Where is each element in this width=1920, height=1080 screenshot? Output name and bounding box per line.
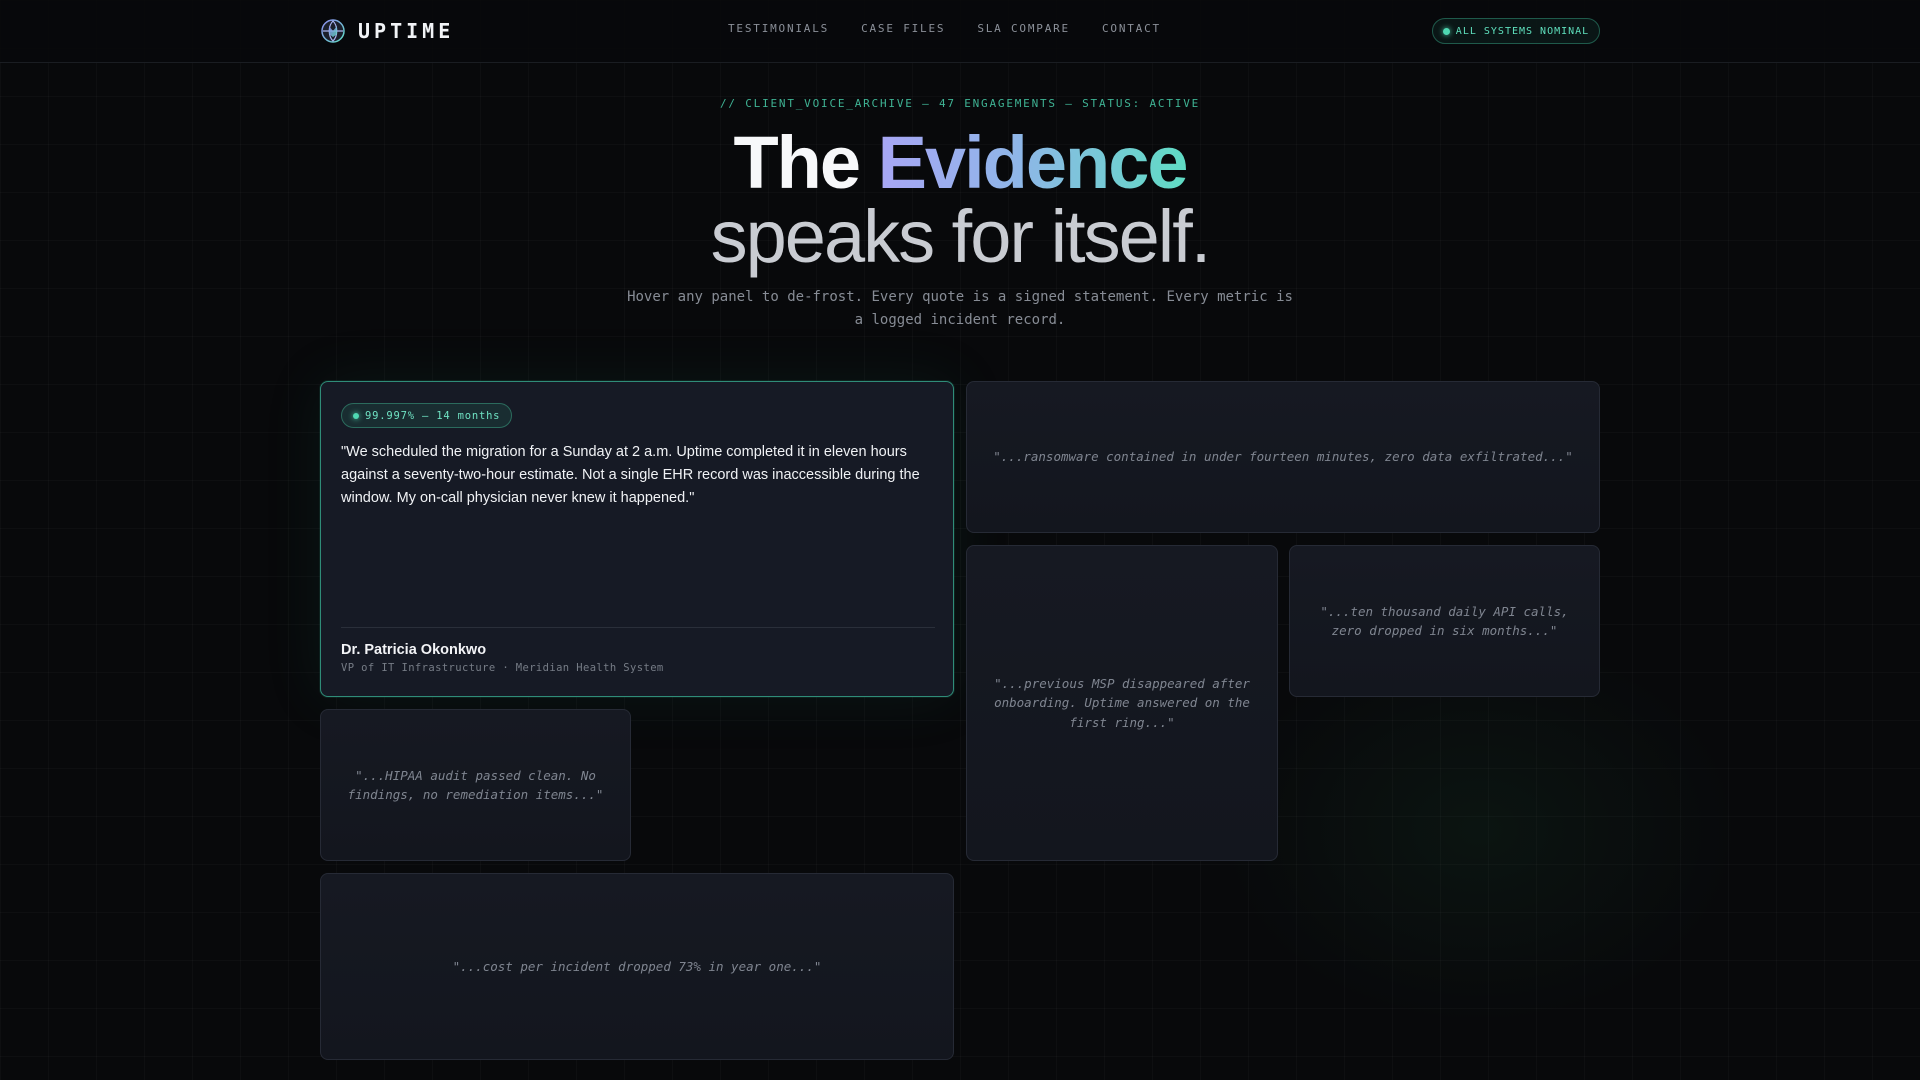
system-status-badge[interactable]: ALL SYSTEMS NOMINAL <box>1432 18 1600 44</box>
frosted-testimonial-card[interactable]: "...HIPAA audit passed clean. No finding… <box>320 709 631 861</box>
metric-dot-icon <box>353 412 359 419</box>
globe-shield-icon <box>321 19 345 43</box>
nav-sla-compare[interactable]: SLA COMPARE <box>977 22 1070 35</box>
hero-title-line2: speaks for itself. <box>710 195 1212 278</box>
hero-title-plain: The <box>733 121 861 204</box>
frosted-excerpt: "...ten thousand daily API calls, zero d… <box>1320 603 1569 639</box>
hero-eyebrow: // CLIENT_VOICE_ARCHIVE — 47 ENGAGEMENTS… <box>719 97 1201 110</box>
system-status-label: ALL SYSTEMS NOMINAL <box>1455 25 1590 37</box>
frosted-excerpt: "...ransomware contained in under fourte… <box>993 449 1573 465</box>
frosted-excerpt: "...HIPAA audit passed clean. No finding… <box>347 767 604 803</box>
frosted-excerpt: "...cost per incident dropped 73% in yea… <box>452 958 822 974</box>
main-nav: TESTIMONIALS CASE FILES SLA COMPARE CONT… <box>728 22 1161 35</box>
metric-label: 99.997% — 14 months <box>365 409 501 422</box>
testimonial-role: VP of IT Infrastructure · Meridian Healt… <box>341 662 664 674</box>
card-divider <box>341 627 935 628</box>
nav-contact[interactable]: CONTACT <box>1102 22 1161 35</box>
testimonial-quote: "We scheduled the migration for a Sunday… <box>341 444 920 506</box>
top-navigation-bar: UPTIME TESTIMONIALS CASE FILES SLA COMPA… <box>0 0 1920 63</box>
brand[interactable]: UPTIME <box>320 18 454 44</box>
uptime-metric-badge: 99.997% — 14 months <box>341 403 513 428</box>
frosted-testimonial-card[interactable]: "...ransomware contained in under fourte… <box>966 381 1600 533</box>
frosted-testimonial-card[interactable]: "...cost per incident dropped 73% in yea… <box>320 873 954 1060</box>
hero-subtitle: Hover any panel to de-frost. Every quote… <box>627 289 1293 328</box>
nav-testimonials[interactable]: TESTIMONIALS <box>728 22 829 35</box>
featured-testimonial-card[interactable]: 99.997% — 14 months "We scheduled the mi… <box>320 381 954 697</box>
status-dot-icon <box>1442 27 1450 35</box>
brand-name: UPTIME <box>358 19 455 43</box>
frosted-testimonial-card[interactable]: "...previous MSP disappeared after onboa… <box>966 545 1278 861</box>
testimonial-author: Dr. Patricia Okonkwo <box>341 642 487 658</box>
frosted-testimonial-card[interactable]: "...ten thousand daily API calls, zero d… <box>1289 545 1600 697</box>
frosted-excerpt: "...previous MSP disappeared after onboa… <box>994 675 1250 730</box>
nav-case-files[interactable]: CASE FILES <box>861 22 945 35</box>
hero-title: The Evidence <box>0 122 1920 204</box>
hero-title-accent: Evidence <box>877 121 1189 204</box>
